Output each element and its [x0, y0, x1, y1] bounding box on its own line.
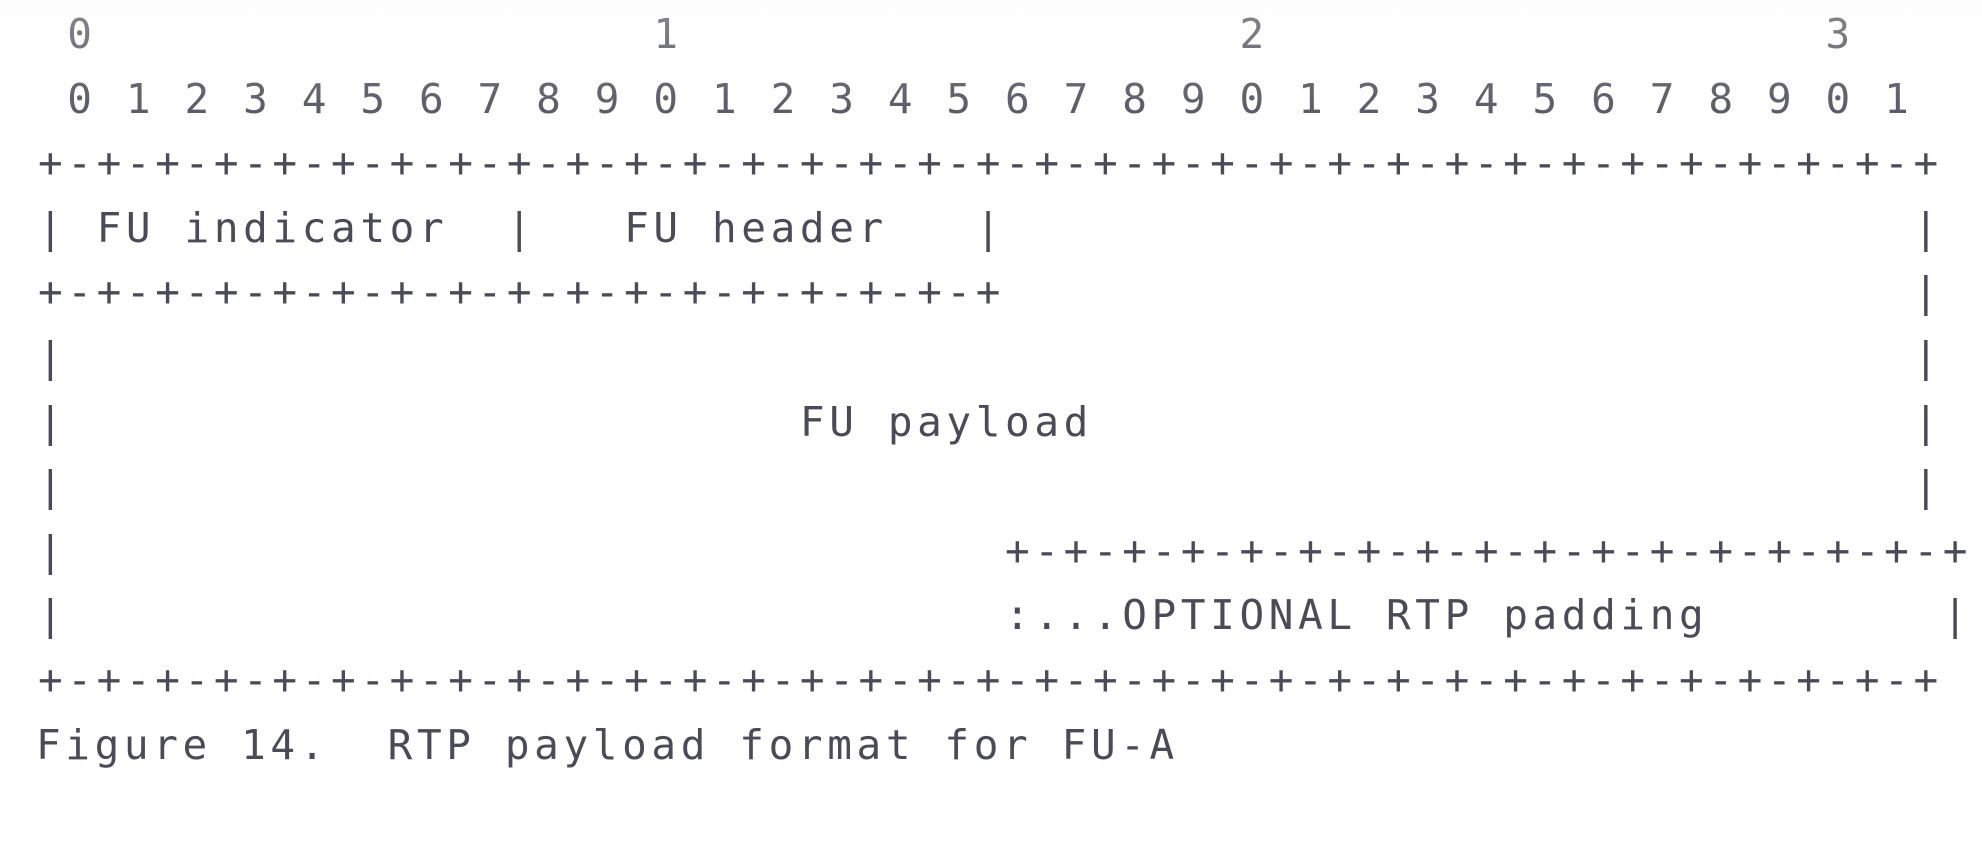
separator-row-bottom: +-+-+-+-+-+-+-+-+-+-+-+-+-+-+-+-+-+-+-+-… — [38, 655, 1943, 704]
field-row-fu-payload: | FU payload | — [38, 397, 1943, 446]
separator-row-before-padding: | +-+-+-+-+-+-+-+-+-+-+-+-+-+-+-+-+ — [38, 526, 1973, 575]
payload-row-blank-upper: | | — [38, 332, 1943, 381]
separator-row-after-headers: +-+-+-+-+-+-+-+-+-+-+-+-+-+-+-+-+ | — [38, 268, 1943, 317]
bit-ruler-digit-row: 0 1 2 3 4 5 6 7 8 9 0 1 2 3 4 5 6 7 8 9 … — [38, 74, 1914, 123]
separator-row-top: +-+-+-+-+-+-+-+-+-+-+-+-+-+-+-+-+-+-+-+-… — [38, 139, 1943, 188]
field-row-fu-indicator-and-fu-header: | FU indicator | FU header | | — [38, 203, 1943, 252]
bit-ruler-decade-row: 0 1 2 3 — [38, 10, 1855, 58]
ascii-packet-diagram: 0 1 2 3 0 1 2 3 4 5 6 7 8 9 0 1 2 3 4 5 … — [36, 2, 1973, 777]
rfc-packet-diagram-figure: 0 1 2 3 0 1 2 3 4 5 6 7 8 9 0 1 2 3 4 5 … — [0, 0, 1982, 864]
payload-row-blank-lower: | | — [38, 462, 1943, 511]
field-row-optional-rtp-padding: | :...OPTIONAL RTP padding | — [38, 591, 1973, 640]
figure-caption: Figure 14. RTP payload format for FU-A — [36, 720, 1179, 769]
